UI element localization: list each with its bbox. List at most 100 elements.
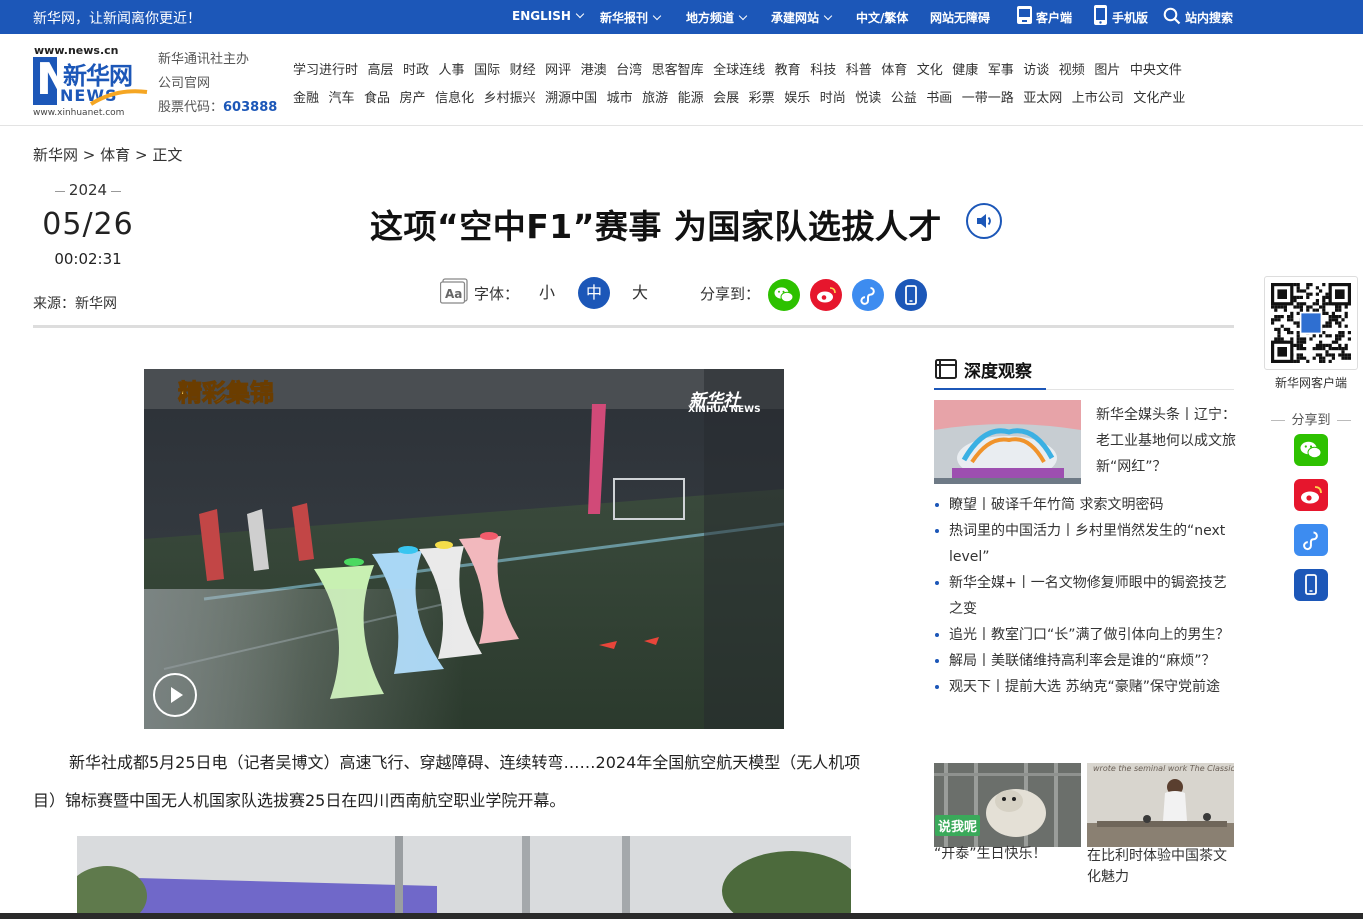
nav-link[interactable]: 信息化 <box>435 91 474 106</box>
link-icon <box>1303 531 1318 551</box>
thumbnail-sheep[interactable]: 说我呢 <box>934 763 1081 847</box>
nav-link[interactable]: 金融 <box>293 91 319 106</box>
nav-link[interactable]: 一带一路 <box>962 91 1014 106</box>
app-qr-code[interactable] <box>1264 276 1358 370</box>
mobile-version-link[interactable]: 手机版 <box>1093 5 1148 26</box>
nav-link[interactable]: 房产 <box>400 91 426 106</box>
nav-link[interactable]: 台湾 <box>616 63 642 78</box>
share-link-button[interactable] <box>852 279 884 311</box>
news-item[interactable]: 热词里的中国活力丨乡村里悄然发生的“next level” <box>934 518 1239 570</box>
stock-code[interactable]: 603888 <box>223 100 277 115</box>
nav-link[interactable]: 军事 <box>988 63 1014 78</box>
article-video[interactable]: 精彩集锦 新华社 XINHUA NEWS <box>144 369 784 729</box>
news-item[interactable]: 解局丨美联储维持高利率会是谁的“麻烦”？ <box>934 648 1239 674</box>
article-photo <box>77 836 851 919</box>
site-header: www.news.cn N 新华网 NEWS www.xinhuanet.com… <box>0 34 1363 126</box>
nav-link[interactable]: 文化 <box>917 63 943 78</box>
nav-link[interactable]: 教育 <box>775 63 801 78</box>
nav-link[interactable]: 人事 <box>439 63 465 78</box>
local-channels-menu[interactable]: 地方频道 <box>686 9 748 26</box>
breadcrumb: 新华网 > 体育 > 正文 <box>33 144 182 165</box>
nav-link[interactable]: 全球连线 <box>713 63 765 78</box>
share-wechat-button[interactable] <box>768 279 800 311</box>
share-mobile-button[interactable] <box>895 279 927 311</box>
nav-link[interactable]: 财经 <box>510 63 536 78</box>
feature-thumbnail[interactable] <box>934 400 1081 484</box>
breadcrumb-home[interactable]: 新华网 <box>33 146 78 164</box>
video-caption: 精彩集锦 <box>178 379 275 408</box>
thumbnail-caption[interactable]: “开泰”生日快乐！ <box>934 844 1081 865</box>
nav-link[interactable]: 健康 <box>952 63 978 78</box>
news-item[interactable]: 观天下丨提前大选 苏纳克“豪赌”保守党前途 <box>934 674 1239 700</box>
float-share-link-button[interactable] <box>1294 524 1328 556</box>
publish-time: 00:02:31 <box>54 250 122 268</box>
nav-link[interactable]: 城市 <box>607 91 633 106</box>
nav-link[interactable]: 悦读 <box>855 91 881 106</box>
hosted-sites-menu[interactable]: 承建网站 <box>771 9 833 26</box>
font-size-large-button[interactable]: 大 <box>624 277 656 309</box>
float-share-wechat-button[interactable] <box>1294 434 1328 466</box>
float-share-weibo-button[interactable] <box>1294 479 1328 511</box>
nav-link[interactable]: 公益 <box>891 91 917 106</box>
nav-link[interactable]: 汽车 <box>329 91 355 106</box>
nav-link[interactable]: 科普 <box>846 63 872 78</box>
news-item[interactable]: 追光丨教室门口“长”满了做引体向上的男生？ <box>934 622 1239 648</box>
nav-link[interactable]: 学习进行时 <box>293 63 358 78</box>
nav-link[interactable]: 旅游 <box>642 91 668 106</box>
play-button[interactable] <box>153 673 197 717</box>
video-frame-image <box>144 369 784 729</box>
phone-icon <box>1305 574 1317 595</box>
qr-label: 新华网客户端 <box>1274 376 1347 390</box>
nav-link[interactable]: 溯源中国 <box>545 91 597 106</box>
share-weibo-button[interactable] <box>810 279 842 311</box>
nav-link[interactable]: 上市公司 <box>1072 91 1124 106</box>
site-search-link[interactable]: 站内搜索 <box>1163 7 1233 26</box>
float-share-mobile-button[interactable] <box>1294 569 1328 601</box>
thumbnail-tea[interactable]: wrote the seminal work The Classic of Te <box>1087 763 1234 847</box>
nav-link[interactable]: 文化产业 <box>1133 91 1185 106</box>
nav-link[interactable]: 网评 <box>545 63 571 78</box>
nav-link[interactable]: 体育 <box>881 63 907 78</box>
english-link[interactable]: ENGLISH <box>512 9 585 23</box>
nav-link[interactable]: 能源 <box>678 91 704 106</box>
news-item[interactable]: 瞭望丨破译千年竹简 求索文明密码 <box>934 492 1239 518</box>
sidebar-section-header: 深度观察 <box>934 354 1234 390</box>
nav-link[interactable]: 国际 <box>474 63 500 78</box>
sidebar-news-list: 瞭望丨破译千年竹简 求索文明密码 热词里的中国活力丨乡村里悄然发生的“next … <box>934 492 1239 700</box>
accessibility-link[interactable]: 网站无障碍 <box>930 9 990 26</box>
nav-link[interactable]: 思客智库 <box>652 63 704 78</box>
xinhuanet-logo[interactable]: www.news.cn N 新华网 NEWS www.xinhuanet.com <box>33 44 148 119</box>
nav-link[interactable]: 时政 <box>403 63 429 78</box>
thumbnail-caption[interactable]: 在比利时体验中国茶文化魅力 <box>1087 846 1237 888</box>
news-item[interactable]: 新华全媒+丨一名文物修复师眼中的锔瓷技艺之变 <box>934 570 1239 622</box>
nav-link[interactable]: 图片 <box>1094 63 1120 78</box>
nav-link[interactable]: 书画 <box>926 91 952 106</box>
nav-link[interactable]: 乡村振兴 <box>484 91 536 106</box>
nav-link[interactable]: 港澳 <box>581 63 607 78</box>
read-aloud-button[interactable] <box>966 203 1002 239</box>
share-label: 分享到： <box>700 285 761 303</box>
stock-label: 股票代码： <box>158 100 224 115</box>
feature-headline[interactable]: 新华全媒头条丨辽宁：老工业基地何以成文旅新“网红”？ <box>1096 402 1238 480</box>
nav-link[interactable]: 访谈 <box>1023 63 1049 78</box>
phone-icon <box>1094 5 1107 25</box>
nav-link[interactable]: 娱乐 <box>784 91 810 106</box>
nav-link[interactable]: 会展 <box>713 91 739 106</box>
nav-link[interactable]: 高层 <box>368 63 394 78</box>
nav-link[interactable]: 彩票 <box>749 91 775 106</box>
nav-link[interactable]: 食品 <box>364 91 390 106</box>
font-size-medium-button[interactable]: 中 <box>578 277 610 309</box>
breadcrumb-section[interactable]: 体育 <box>100 146 130 164</box>
nav-link[interactable]: 中央文件 <box>1130 63 1182 78</box>
simplified-traditional-toggle[interactable]: 中文/繁体 <box>856 9 908 26</box>
qr-code-image <box>1271 283 1351 363</box>
newspapers-menu[interactable]: 新华报刊 <box>600 9 662 26</box>
nav-link[interactable]: 视频 <box>1059 63 1085 78</box>
nav-link[interactable]: 时尚 <box>820 91 846 106</box>
publish-date: 2024 05/26 00:02:31 <box>33 180 143 268</box>
client-app-link[interactable]: 客户端 <box>1016 6 1072 26</box>
nav-link[interactable]: 亚太网 <box>1023 91 1062 106</box>
nav-link[interactable]: 科技 <box>810 63 836 78</box>
client-app-icon <box>1017 6 1032 24</box>
font-size-small-button[interactable]: 小 <box>531 277 563 309</box>
